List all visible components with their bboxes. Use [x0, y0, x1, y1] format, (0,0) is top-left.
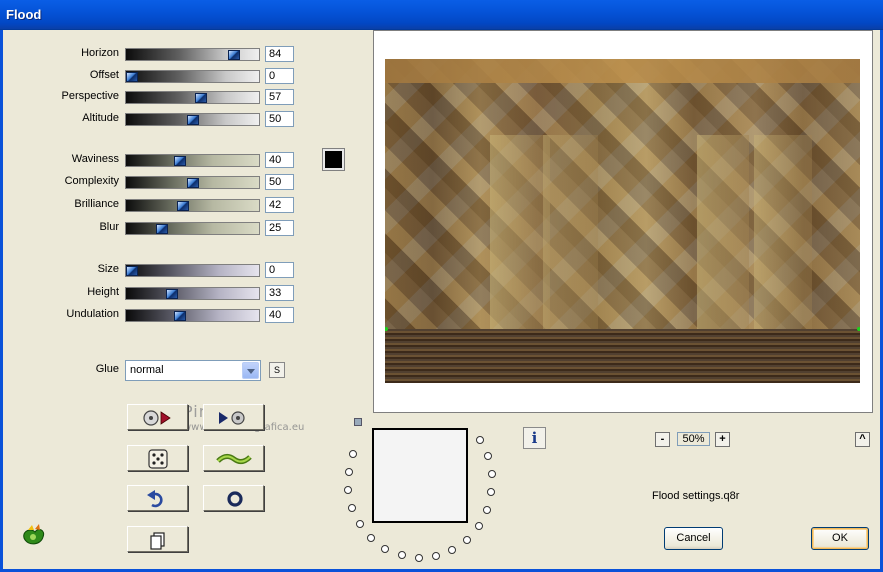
blur-slider[interactable]: [125, 222, 260, 235]
size-slider[interactable]: [125, 264, 260, 277]
complexity-label: Complexity: [64, 175, 119, 187]
height-value-field[interactable]: 33: [265, 285, 294, 301]
copy-button[interactable]: [127, 526, 188, 552]
info-button[interactable]: i: [523, 427, 546, 449]
horizon-slider-thumb[interactable]: [228, 50, 240, 60]
zoom-out-button[interactable]: -: [655, 432, 670, 447]
title-bar: Flood: [0, 0, 883, 30]
blur-slider-thumb[interactable]: [156, 224, 168, 234]
collapse-button[interactable]: ^: [855, 432, 870, 447]
offset-slider-thumb[interactable]: [126, 72, 138, 82]
wave-button[interactable]: [203, 445, 264, 471]
offset-slider[interactable]: [125, 70, 260, 83]
navigator-ring-dot: [448, 545, 457, 554]
altitude-value-field[interactable]: 50: [265, 111, 294, 127]
height-slider[interactable]: [125, 287, 260, 300]
waviness-slider[interactable]: [125, 154, 260, 167]
undo-button[interactable]: [127, 485, 188, 511]
undo-icon: [147, 490, 163, 508]
altitude-slider-thumb[interactable]: [187, 115, 199, 125]
navigator-ring-dot: [462, 535, 471, 544]
window-title: Flood: [6, 7, 42, 22]
play-disc-icon: [219, 411, 245, 425]
randomize-reset-button[interactable]: [127, 404, 188, 430]
app-logo-icon: [20, 524, 46, 548]
undulation-label: Undulation: [66, 308, 119, 320]
navigator-ring-dot: [381, 544, 390, 553]
perspective-value-field[interactable]: 57: [265, 89, 294, 105]
disc-play-icon: [143, 410, 171, 426]
glue-s-button[interactable]: S: [269, 362, 285, 378]
flood-dialog: Horizon 84 Offset 0 Perspective 57 Altitude 50 W…: [0, 30, 883, 572]
preview-image[interactable]: [385, 59, 860, 383]
undulation-value-field[interactable]: 40: [265, 307, 294, 323]
horizon-label: Horizon: [81, 47, 119, 59]
blur-label: Blur: [99, 221, 119, 233]
offset-label: Offset: [89, 69, 119, 81]
horizon-slider[interactable]: [125, 48, 260, 61]
preview-panel: [373, 30, 873, 413]
random-button[interactable]: [127, 445, 188, 471]
navigator-ring-dot: [344, 485, 353, 494]
navigator-ring-dot: [475, 435, 484, 444]
navigator-ring-dot: [367, 534, 376, 543]
waviness-slider-thumb[interactable]: [174, 156, 186, 166]
altitude-label: Altitude: [82, 112, 119, 124]
navigator-ring-dot: [348, 503, 357, 512]
dice-icon: [148, 449, 168, 469]
brilliance-slider-thumb[interactable]: [177, 201, 189, 211]
wave-icon: [216, 453, 252, 465]
brilliance-slider[interactable]: [125, 199, 260, 212]
navigator-ring-dot: [483, 452, 492, 461]
navigator-ring-dot: [487, 488, 496, 497]
reset-button[interactable]: [203, 485, 264, 511]
waviness-value-field[interactable]: 40: [265, 152, 294, 168]
undulation-slider[interactable]: [125, 309, 260, 322]
perspective-slider[interactable]: [125, 91, 260, 104]
navigator-ring-dot: [432, 552, 441, 561]
complexity-slider-thumb[interactable]: [187, 178, 199, 188]
navigator-box[interactable]: [372, 428, 468, 523]
zoom-in-button[interactable]: +: [715, 432, 730, 447]
navigator-ring-dot: [349, 449, 358, 458]
complexity-value-field[interactable]: 50: [265, 174, 294, 190]
zoom-level: 50%: [677, 432, 710, 446]
size-value-field[interactable]: 0: [265, 262, 294, 278]
horizon-value-field[interactable]: 84: [265, 46, 294, 62]
copy-icon: [150, 532, 165, 550]
settings-filename: Flood settings.q8r: [652, 490, 740, 502]
glue-label: Glue: [95, 363, 119, 375]
play-options-button[interactable]: [203, 404, 264, 430]
navigator-ring-dot: [487, 470, 496, 479]
navigator-ring-dot: [482, 506, 491, 515]
brilliance-label: Brilliance: [74, 198, 119, 210]
glue-select[interactable]: normal: [125, 360, 261, 381]
navigator-corner-handle[interactable]: [354, 418, 362, 426]
navigator-ring-dot: [344, 467, 353, 476]
navigator-ring-dot: [397, 551, 406, 560]
ring-icon: [227, 491, 243, 507]
height-slider-thumb[interactable]: [166, 289, 178, 299]
offset-value-field[interactable]: 0: [265, 68, 294, 84]
ok-button[interactable]: OK: [811, 527, 869, 550]
waviness-label: Waviness: [71, 153, 119, 165]
perspective-label: Perspective: [61, 90, 119, 102]
size-label: Size: [97, 263, 119, 275]
complexity-slider[interactable]: [125, 176, 260, 189]
navigator-ring-dot: [414, 553, 423, 562]
brilliance-value-field[interactable]: 42: [265, 197, 294, 213]
blur-value-field[interactable]: 25: [265, 220, 294, 236]
glue-select-value: normal: [130, 364, 164, 376]
color-swatch[interactable]: [322, 148, 345, 171]
cancel-button[interactable]: Cancel: [664, 527, 723, 550]
chevron-down-icon[interactable]: [242, 362, 259, 379]
height-label: Height: [87, 286, 119, 298]
navigator-ring-dot: [474, 522, 483, 531]
undulation-slider-thumb[interactable]: [174, 311, 186, 321]
perspective-slider-thumb[interactable]: [195, 93, 207, 103]
size-slider-thumb[interactable]: [126, 266, 138, 276]
navigator-ring-dot: [356, 520, 365, 529]
altitude-slider[interactable]: [125, 113, 260, 126]
